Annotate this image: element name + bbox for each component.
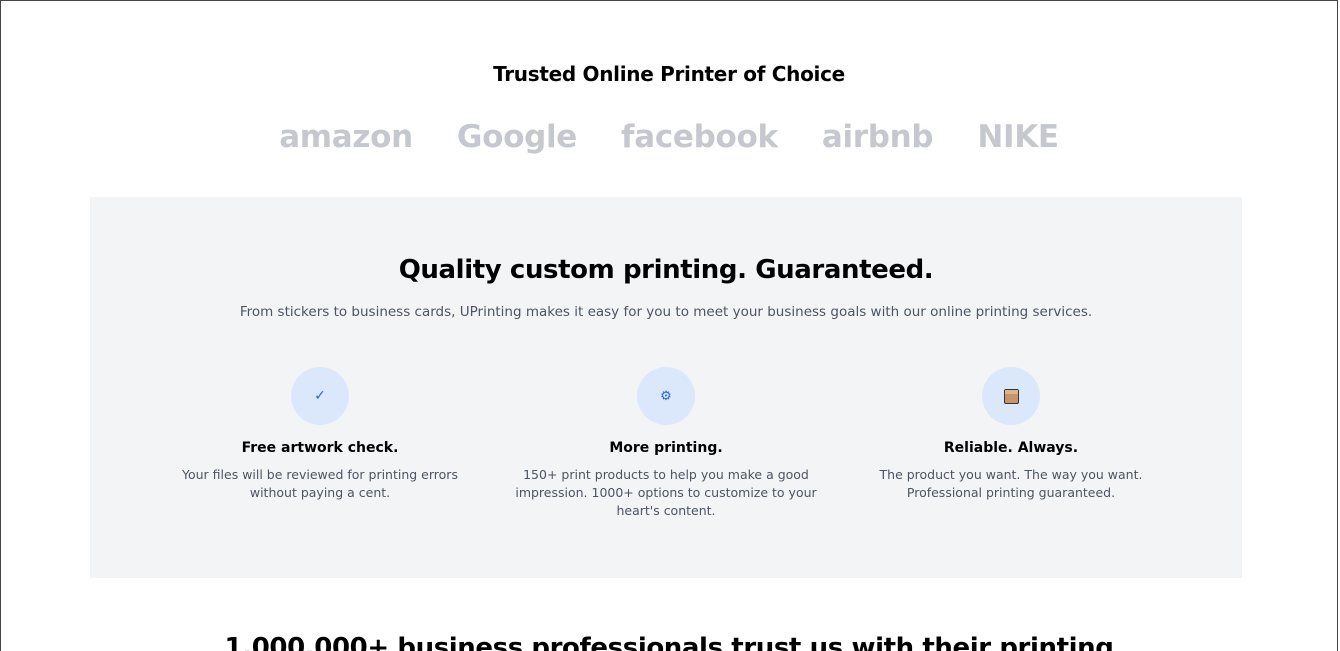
trusted-printer-heading: Trusted Online Printer of Choice xyxy=(493,62,845,86)
quality-heading: Quality custom printing. Guaranteed. xyxy=(398,255,934,285)
quality-guarantee-panel: Quality custom printing. Guaranteed. Fro… xyxy=(90,197,1242,578)
facebook-logo: facebook xyxy=(621,119,778,155)
google-logo: Google xyxy=(456,119,578,155)
client-logos-row: amazon Google facebook airbnb NIKE xyxy=(1,119,1337,155)
gear-icon: ⚙ xyxy=(637,367,695,425)
feature-description: 150+ print products to help you make a g… xyxy=(515,467,817,518)
box-shape xyxy=(1003,388,1019,404)
feature-title: More printing. xyxy=(609,440,723,456)
package-box-icon xyxy=(982,367,1040,425)
feature-reliable-always: Reliable. Always. The product you want. … xyxy=(851,367,1171,502)
airbnb-logo: airbnb xyxy=(821,119,934,155)
nike-logo: NIKE xyxy=(977,119,1059,155)
feature-more-printing: ⚙ More printing. 150+ print products to … xyxy=(506,367,826,520)
quality-subtitle: From stickers to business cards, UPrinti… xyxy=(239,304,1093,320)
trust-count-heading: 1,000,000+ business professionals trust … xyxy=(224,633,1114,651)
amazon-logo: amazon xyxy=(279,119,413,155)
checkmark-icon: ✓ xyxy=(291,367,349,425)
page-frame: Trusted Online Printer of Choice amazon … xyxy=(0,0,1338,651)
feature-title: Free artwork check. xyxy=(241,440,399,456)
feature-description: The product you want. The way you want. … xyxy=(879,467,1143,500)
feature-free-artwork-check: ✓ Free artwork check. Your files will be… xyxy=(160,367,480,502)
feature-title: Reliable. Always. xyxy=(943,440,1079,456)
feature-description: Your files will be reviewed for printing… xyxy=(182,467,458,500)
